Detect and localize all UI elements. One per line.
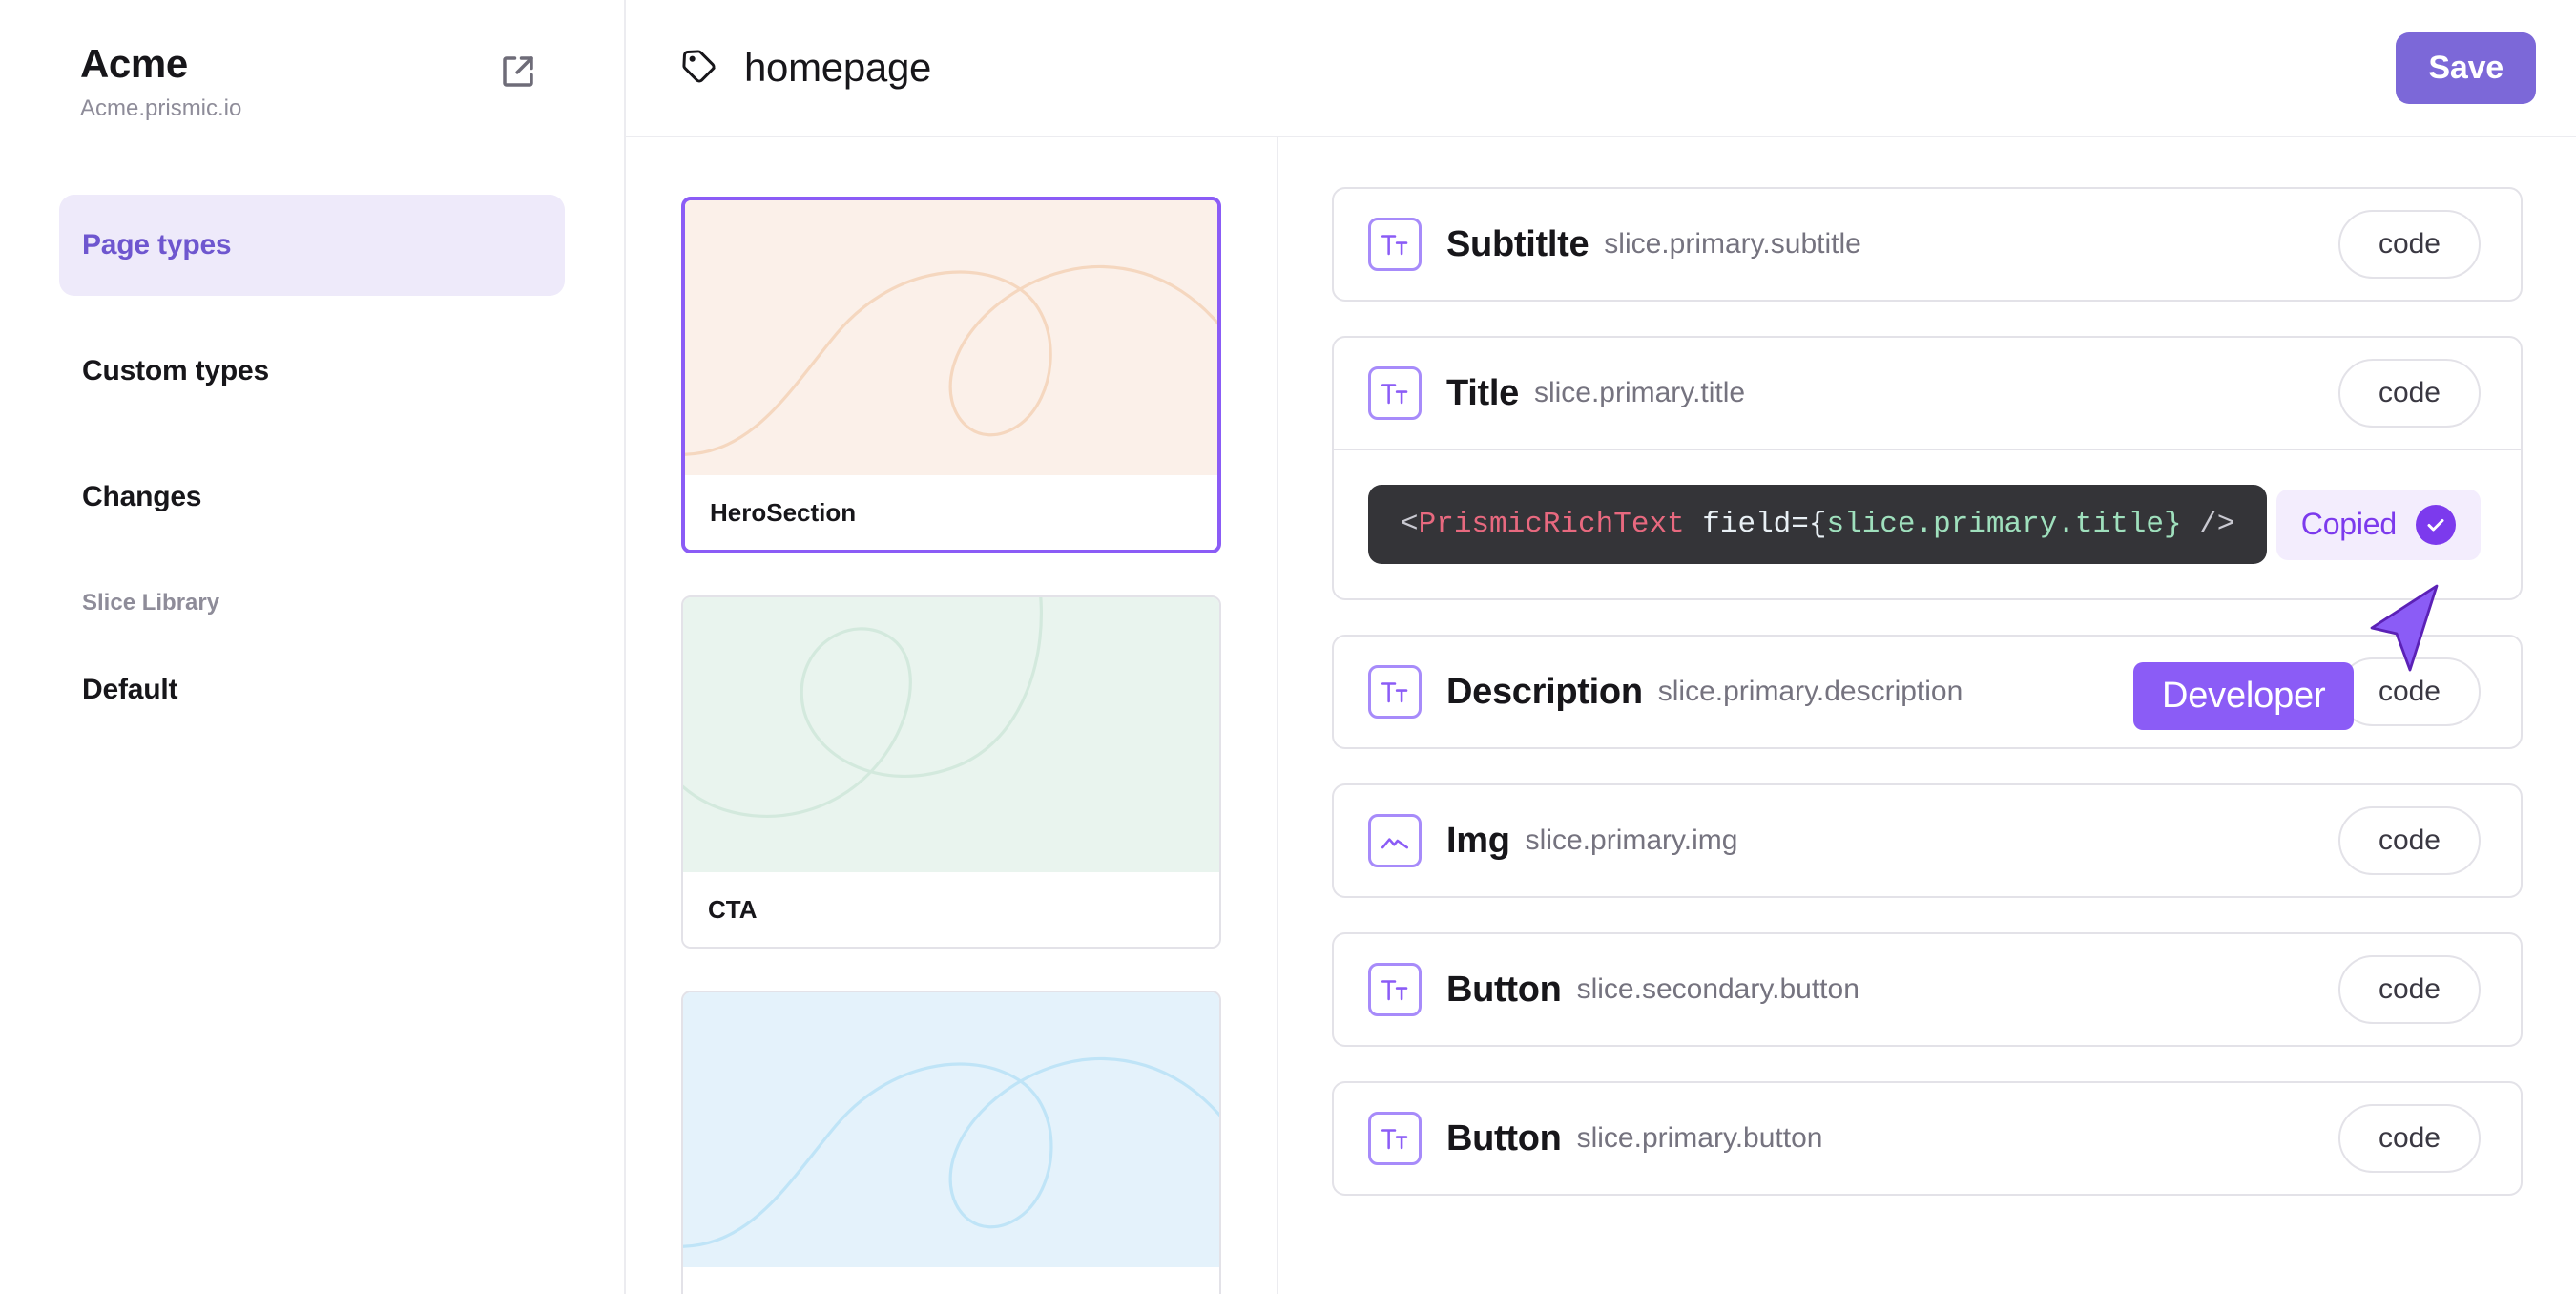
code-button[interactable]: code — [2337, 1104, 2481, 1173]
slice-label: CTA — [683, 872, 1219, 947]
rich-text-icon — [1368, 218, 1422, 271]
brand-text: Acme Acme.prismic.io — [80, 44, 241, 120]
field-row[interactable]: Subtitlte slice.primary.subtitle code — [1334, 189, 2521, 300]
field-card-img: Img slice.primary.img code — [1332, 783, 2523, 898]
field-path: slice.primary.description — [1657, 676, 1963, 707]
slice-card-hero-section[interactable]: HeroSection — [681, 197, 1221, 553]
field-card-subtitle: Subtitlte slice.primary.subtitle code — [1332, 187, 2523, 302]
field-path: slice.primary.title — [1533, 377, 1746, 408]
field-row[interactable]: Button slice.secondary.button code — [1334, 934, 2521, 1045]
field-name: Title — [1446, 372, 1519, 413]
main-area: homepage Save HeroSection CTA Subtitlte … — [626, 0, 2576, 1294]
field-card-description: Description slice.primary.description co… — [1332, 635, 2523, 749]
code-button[interactable]: code — [2337, 955, 2481, 1024]
tag-icon — [679, 46, 719, 91]
copied-badge: Copied — [2275, 489, 2481, 560]
page-title: homepage — [679, 45, 2396, 91]
code-button[interactable]: code — [2337, 210, 2481, 279]
field-name: Subtitlte — [1446, 223, 1589, 264]
rich-text-icon — [1368, 665, 1422, 719]
code-snippet[interactable]: <PrismicRichText field={slice.primary.ti… — [1368, 485, 2268, 564]
topbar: homepage Save — [626, 0, 2576, 137]
sidebar-item-changes[interactable]: Changes — [59, 447, 565, 548]
field-path: slice.secondary.button — [1576, 973, 1859, 1005]
page-title-text: homepage — [744, 45, 932, 90]
slice-library-section-label: Slice Library — [82, 590, 220, 616]
field-name: Description — [1446, 671, 1643, 712]
image-icon — [1368, 814, 1422, 867]
rich-text-icon — [1368, 963, 1422, 1016]
code-open-bracket: < — [1401, 508, 1419, 541]
field-card-button-primary: Button slice.primary.button code — [1332, 1081, 2523, 1196]
field-name: Img — [1446, 820, 1510, 861]
sidebar-item-label: Changes — [82, 481, 202, 512]
code-button[interactable]: code — [2337, 359, 2481, 428]
slice-thumbnail — [683, 992, 1219, 1267]
code-value: slice.primary.title — [1826, 508, 2164, 541]
copied-label: Copied — [2300, 507, 2397, 541]
sidebar-item-default[interactable]: Default — [59, 639, 565, 741]
code-tag-name: PrismicRichText — [1418, 508, 1685, 541]
slice-thumbnail — [683, 597, 1219, 872]
save-button[interactable]: Save — [2396, 31, 2536, 104]
slice-card-cta[interactable]: CTA — [681, 595, 1221, 949]
content: HeroSection CTA Subtitlte slice.primary.… — [626, 137, 2576, 1294]
field-row[interactable]: Img slice.primary.img code — [1334, 785, 2521, 896]
sidebar-item-custom-types[interactable]: Custom types — [59, 321, 565, 422]
field-row[interactable]: Button slice.primary.button code — [1334, 1083, 2521, 1194]
sidebar: Acme Acme.prismic.io Page types Custom t… — [0, 0, 626, 1294]
brand-domain: Acme.prismic.io — [80, 95, 242, 121]
field-card-title: Title slice.primary.title code <PrismicR… — [1332, 336, 2523, 600]
field-path: slice.primary.img — [1525, 824, 1738, 856]
sidebar-item-page-types[interactable]: Page types — [59, 195, 565, 296]
external-link-icon[interactable] — [492, 46, 544, 97]
code-close-brace: } — [2163, 508, 2182, 541]
sidebar-brand: Acme Acme.prismic.io — [0, 44, 624, 120]
slice-label: FeatureSection — [683, 1267, 1219, 1294]
field-path: slice.primary.button — [1576, 1122, 1823, 1154]
sidebar-item-label: Default — [82, 674, 178, 705]
app-window: Acme Acme.prismic.io Page types Custom t… — [0, 0, 2576, 1294]
slice-list: HeroSection CTA — [626, 137, 1278, 1294]
brand-name: Acme — [80, 41, 188, 86]
slice-card-feature-section[interactable]: FeatureSection — [681, 991, 1221, 1294]
code-panel: <PrismicRichText field={slice.primary.ti… — [1334, 449, 2521, 598]
code-self-close: /> — [2181, 508, 2235, 541]
code-attribute: field={ — [1684, 508, 1827, 541]
slice-thumbnail — [685, 200, 1217, 475]
rich-text-icon — [1368, 1112, 1422, 1165]
field-row[interactable]: Description slice.primary.description co… — [1334, 637, 2521, 747]
nav-gap — [59, 422, 565, 447]
slice-label: HeroSection — [685, 475, 1217, 550]
field-path: slice.primary.subtitle — [1604, 228, 1861, 260]
code-button[interactable]: code — [2337, 657, 2481, 726]
code-button[interactable]: code — [2337, 806, 2481, 875]
sidebar-item-label: Page types — [82, 229, 232, 261]
sidebar-nav: Page types Custom types Changes Slice Li… — [0, 195, 624, 741]
field-list: Subtitlte slice.primary.subtitle code Ti… — [1278, 137, 2576, 1294]
sidebar-item-label: Custom types — [82, 355, 269, 386]
field-name: Button — [1446, 1117, 1562, 1158]
nav-gap — [59, 296, 565, 321]
rich-text-icon — [1368, 366, 1422, 420]
field-row[interactable]: Title slice.primary.title code — [1334, 338, 2521, 449]
check-circle-icon — [2416, 504, 2456, 545]
field-card-button-secondary: Button slice.secondary.button code — [1332, 932, 2523, 1047]
field-name: Button — [1446, 969, 1562, 1010]
